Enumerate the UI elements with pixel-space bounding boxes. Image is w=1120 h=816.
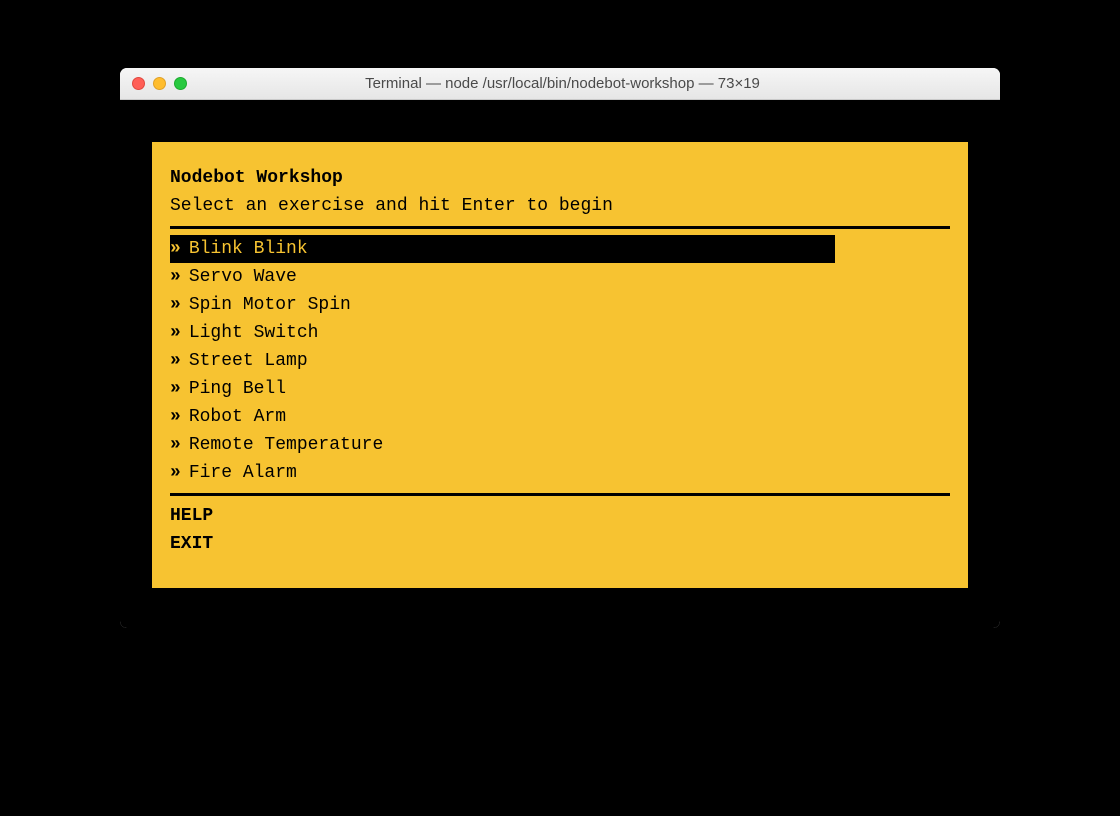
bullet-icon: »: [170, 319, 189, 347]
menu-item[interactable]: » Street Lamp: [170, 347, 950, 375]
close-icon[interactable]: [132, 77, 145, 90]
menu-item-label: Fire Alarm: [189, 459, 297, 487]
menu-item-label: Robot Arm: [189, 403, 286, 431]
menu-item[interactable]: » Servo Wave: [170, 263, 950, 291]
terminal-body[interactable]: Nodebot Workshop Select an exercise and …: [120, 100, 1000, 628]
menu-item-label: Servo Wave: [189, 263, 297, 291]
menu-item[interactable]: » Robot Arm: [170, 403, 950, 431]
menu-item-selected[interactable]: » Blink Blink: [170, 235, 835, 263]
divider: [170, 493, 950, 496]
menu-item-label: Ping Bell: [189, 375, 286, 403]
titlebar[interactable]: Terminal — node /usr/local/bin/nodebot-w…: [120, 68, 1000, 100]
window-title: Terminal — node /usr/local/bin/nodebot-w…: [193, 75, 932, 92]
bullet-icon: »: [170, 235, 189, 263]
minimize-icon[interactable]: [153, 77, 166, 90]
exercise-menu: » Blink Blink » Servo Wave » Spin Motor …: [170, 235, 950, 487]
bullet-icon: »: [170, 347, 189, 375]
menu-item[interactable]: » Fire Alarm: [170, 459, 950, 487]
bullet-icon: »: [170, 291, 189, 319]
menu-item[interactable]: » Ping Bell: [170, 375, 950, 403]
bullet-icon: »: [170, 403, 189, 431]
workshopper-screen: Nodebot Workshop Select an exercise and …: [152, 142, 968, 588]
menu-item[interactable]: » Light Switch: [170, 319, 950, 347]
divider: [170, 226, 950, 229]
bullet-icon: »: [170, 375, 189, 403]
bullet-icon: »: [170, 263, 189, 291]
exit-button[interactable]: EXIT: [170, 530, 950, 558]
menu-item-label: Light Switch: [189, 319, 319, 347]
terminal-window: Terminal — node /usr/local/bin/nodebot-w…: [120, 68, 1000, 628]
bullet-icon: »: [170, 459, 189, 487]
menu-item[interactable]: » Remote Temperature: [170, 431, 950, 459]
menu-item-label: Street Lamp: [189, 347, 308, 375]
app-subtitle: Select an exercise and hit Enter to begi…: [170, 192, 950, 220]
help-button[interactable]: HELP: [170, 502, 950, 530]
bullet-icon: »: [170, 431, 189, 459]
maximize-icon[interactable]: [174, 77, 187, 90]
menu-item-label: Blink Blink: [189, 235, 308, 263]
menu-item-label: Spin Motor Spin: [189, 291, 351, 319]
menu-item-label: Remote Temperature: [189, 431, 383, 459]
app-heading: Nodebot Workshop: [170, 164, 950, 192]
menu-item[interactable]: » Spin Motor Spin: [170, 291, 950, 319]
traffic-lights: [132, 77, 187, 90]
